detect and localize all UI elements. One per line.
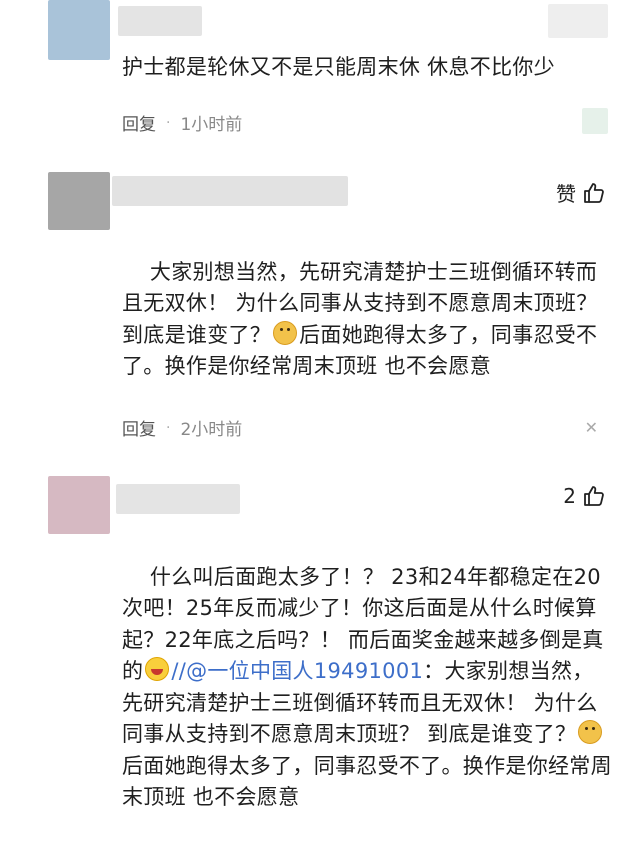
reply-button[interactable]: 回复 <box>122 415 156 440</box>
reply-button[interactable]: 回复 <box>122 110 156 135</box>
avatar[interactable] <box>48 476 110 534</box>
dog-face-icon <box>578 720 603 744</box>
close-icon[interactable]: ✕ <box>585 418 598 437</box>
thumbs-up-icon <box>582 181 606 205</box>
comment-text: 护士都是轮休又不是只能周末休 休息不比你少 <box>122 55 555 79</box>
comment-meta: 回复 · 2小时前 <box>122 415 243 441</box>
mention-link[interactable]: //@一位中国人19491001 <box>171 659 423 683</box>
comment-text: 什么叫后面跑太多了！？ 23和24年都稳定在20次吧！25年反而减少了！你这后面… <box>122 530 612 845</box>
comment-meta: 回复 · 1小时前 <box>122 110 243 136</box>
timestamp: 1小时前 <box>180 115 243 135</box>
laughing-face-icon <box>145 657 170 681</box>
timestamp: 2小时前 <box>180 420 243 440</box>
dog-face-icon <box>273 320 298 345</box>
separator: · <box>166 419 171 436</box>
like-label: 赞 <box>556 182 576 206</box>
thumbs-up-icon <box>582 484 606 508</box>
corner-redacted-2 <box>582 108 608 134</box>
like-count: 2 <box>563 484 576 508</box>
comment-text-part: 后面她跑得太多了，同事忍受不了。换作是你经常周末顶班 也不会愿意 <box>122 753 612 810</box>
username-redacted <box>116 484 240 514</box>
separator: · <box>166 114 171 131</box>
like-button[interactable]: 赞 <box>556 178 606 207</box>
username-redacted <box>118 6 202 36</box>
username-redacted <box>112 176 348 206</box>
avatar[interactable] <box>48 172 110 230</box>
comment-text: 大家别想当然，先研究清楚护士三班倒循环转而且无双休！ 为什么同事从支持到不愿意周… <box>122 225 612 414</box>
like-button[interactable]: 2 <box>563 484 606 508</box>
avatar[interactable] <box>48 0 110 60</box>
corner-redacted <box>548 4 608 38</box>
